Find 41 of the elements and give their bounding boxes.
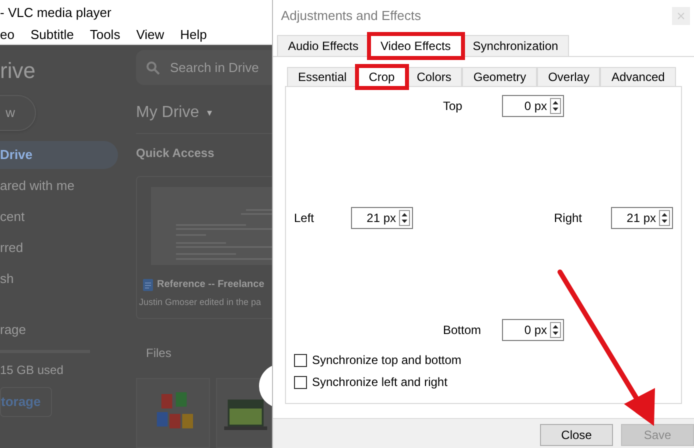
- caret-icon[interactable]: ▾: [207, 106, 212, 121]
- sync-checkbox[interactable]: Synchronize left and right: [294, 371, 673, 393]
- tab[interactable]: Advanced: [600, 67, 676, 87]
- search-icon: [146, 60, 160, 75]
- crop-label: Left: [294, 210, 316, 227]
- folder-title: My Drive: [136, 103, 200, 124]
- section-title: Quick Access: [136, 145, 216, 162]
- spin-field[interactable]: 0 px: [502, 319, 564, 341]
- close-icon[interactable]: [672, 7, 690, 25]
- storage-title: rage: [0, 321, 28, 339]
- menu-item[interactable]: Tools: [90, 24, 120, 44]
- spin-field[interactable]: 21 px: [611, 207, 673, 229]
- menu-item[interactable]: Help: [180, 24, 207, 44]
- spin-field[interactable]: 21 px: [351, 207, 413, 229]
- crop-label: Bottom: [443, 322, 482, 339]
- storage-used: 15 GB used: [0, 362, 64, 378]
- crop-label: Right: [554, 210, 584, 227]
- spin-arrows-icon: [659, 210, 670, 226]
- tab[interactable]: Geometry: [462, 67, 538, 87]
- sync-checkbox[interactable]: Synchronize top and bottom: [294, 349, 673, 371]
- drive-logo: rive: [0, 56, 36, 84]
- tab[interactable]: Overlay: [537, 67, 600, 87]
- section-title: Files: [146, 345, 172, 362]
- menu-item[interactable]: eo: [0, 24, 14, 44]
- tab[interactable]: Essential: [287, 67, 358, 87]
- spin-arrows-icon: [550, 98, 561, 114]
- tab[interactable]: Audio Effects: [277, 35, 370, 57]
- file-name: Reference -- Freelance: [157, 278, 264, 292]
- window-title: - VLC media player: [0, 4, 112, 22]
- menu-item[interactable]: Subtitle: [30, 24, 74, 44]
- tab[interactable]: Crop: [358, 67, 406, 87]
- spin-arrows-icon: [550, 322, 561, 338]
- spin-field[interactable]: 0 px: [502, 95, 564, 117]
- dialog-button[interactable]: Close: [540, 424, 613, 446]
- tab[interactable]: Video Effects: [370, 35, 462, 57]
- document-icon: [143, 278, 153, 291]
- file-activity: Justin Gmoser edited in the pa: [139, 296, 262, 310]
- menu-item[interactable]: View: [136, 24, 164, 44]
- spin-arrows-icon: [399, 210, 410, 226]
- crop-label: Top: [443, 98, 464, 115]
- dialog-title: Adjustments and Effects: [281, 7, 421, 26]
